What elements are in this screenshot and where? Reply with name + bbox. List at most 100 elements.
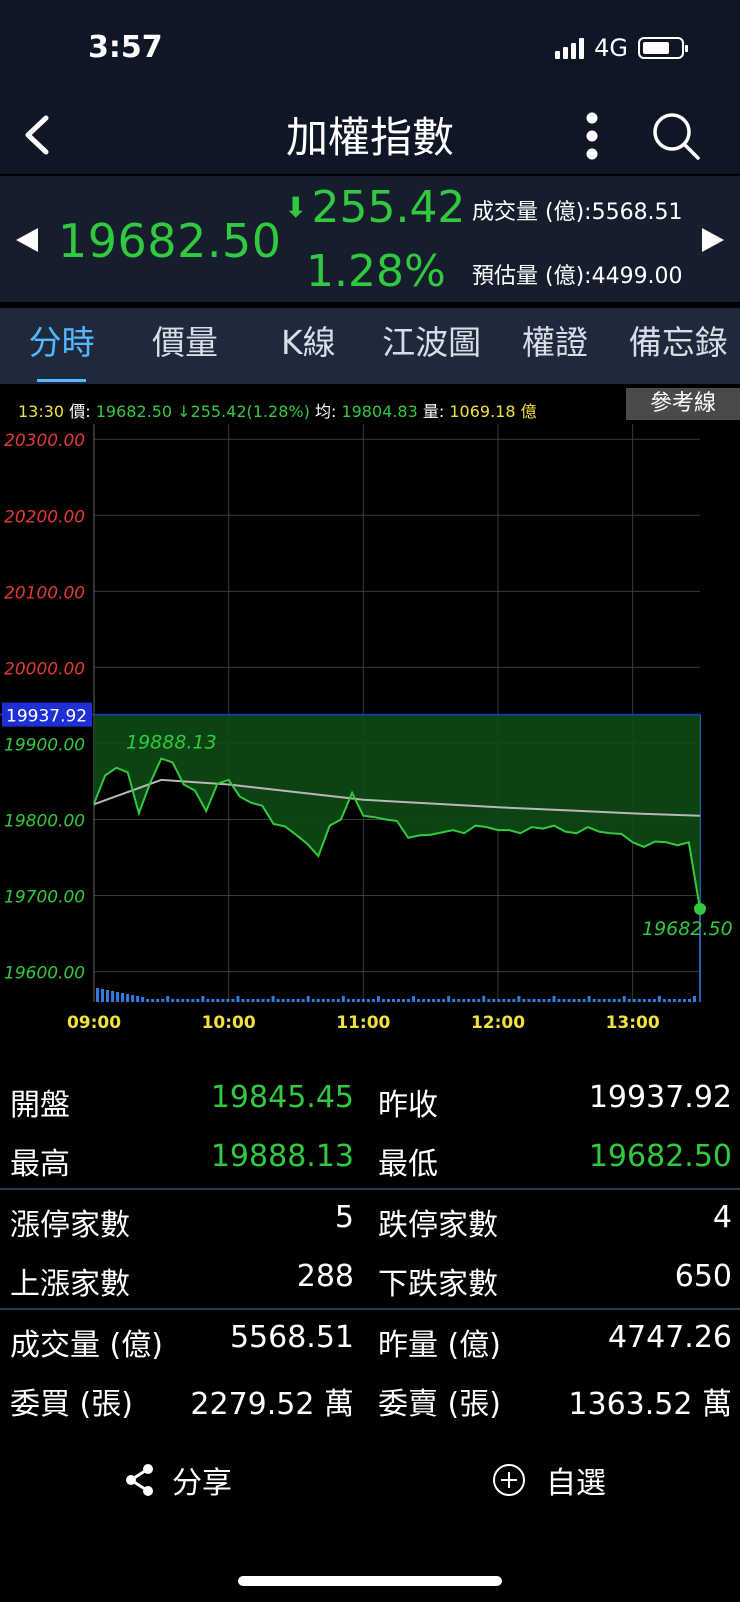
volume-bar <box>306 996 310 1002</box>
volume-bar <box>452 999 456 1002</box>
volume-bar <box>176 999 180 1002</box>
price-change-percent: 1.28% <box>306 246 446 297</box>
volume-bar <box>637 999 641 1002</box>
volume-bar <box>682 999 686 1002</box>
tab-kline[interactable]: K線 <box>247 308 370 384</box>
ask-value: 1363.52 萬 <box>568 1387 732 1422</box>
volume-bar <box>251 999 255 1002</box>
open-label: 開盤 <box>10 1088 70 1123</box>
prev-close-value: 19937.92 <box>588 1080 732 1115</box>
prev-volume-value: 4747.26 <box>607 1320 732 1355</box>
share-label: 分享 <box>172 1466 232 1501</box>
high-label: 19888.13 <box>126 731 217 753</box>
volume-bar <box>442 999 446 1002</box>
watchlist-label: 自選 <box>546 1466 606 1501</box>
volume-bar <box>331 999 335 1002</box>
intraday-line-chart[interactable]: 20300.00 20200.00 20100.00 20000.00 19900.00… <box>0 424 740 1044</box>
volume-bar <box>326 999 330 1002</box>
volume-bar <box>397 999 400 1002</box>
x-tick-label: 13:00 <box>606 1013 660 1033</box>
volume-bar <box>532 999 536 1002</box>
y-tick-label: 19600.00 <box>4 964 85 984</box>
volume-bar <box>321 999 325 1002</box>
info-vol: 1069.18 億 <box>449 402 537 421</box>
more-button[interactable] <box>574 108 610 164</box>
stats-row: 上漲家數 288 下跌家數 650 <box>0 1249 740 1308</box>
volume-bar <box>547 999 551 1002</box>
y-tick-label: 20200.00 <box>4 507 85 527</box>
stats-table: 開盤 19845.45 昨收 19937.92 最高 19888.13 最低 1… <box>0 1070 740 1428</box>
volume-bar <box>457 999 461 1002</box>
volume-bar <box>281 999 285 1002</box>
prev-stock-button[interactable] <box>16 228 38 252</box>
volume-bar <box>221 999 225 1002</box>
volume-bar <box>412 996 416 1002</box>
volume-bar <box>231 999 235 1002</box>
volume-bar <box>507 999 511 1002</box>
last-price: 19682.50 <box>58 214 282 268</box>
tab-price-volume[interactable]: 價量 <box>123 308 246 384</box>
volume-bar <box>657 996 661 1002</box>
reference-line-button[interactable]: 參考線 <box>626 388 740 420</box>
volume-bar <box>351 999 355 1002</box>
volume-bar <box>522 999 526 1002</box>
volume-bar <box>256 999 260 1002</box>
x-tick-label: 11:00 <box>336 1013 390 1033</box>
tab-memo[interactable]: 備忘錄 <box>617 308 740 384</box>
info-price-label: 價: <box>69 402 91 421</box>
open-value: 19845.45 <box>210 1080 354 1115</box>
volume-bar <box>672 999 676 1002</box>
stats-row: 委買 (張) 2279.52 萬 委賣 (張) 1363.52 萬 <box>0 1369 740 1428</box>
volume-bar <box>567 999 571 1002</box>
home-indicator <box>238 1576 502 1586</box>
volume-bar <box>96 988 99 1002</box>
low-value: 19682.50 <box>588 1139 732 1174</box>
volume-bar <box>592 999 596 1002</box>
add-watchlist-button[interactable]: 自選 <box>492 1458 606 1502</box>
volume-bar <box>101 989 105 1002</box>
next-stock-button[interactable] <box>702 228 724 252</box>
tab-wave-chart[interactable]: 江波圖 <box>370 308 493 384</box>
reference-label: 19937.92 <box>6 707 87 727</box>
volume-bar <box>301 999 305 1002</box>
volume-bar <box>171 999 175 1002</box>
volume-bar <box>587 996 591 1002</box>
volume-bar <box>607 999 611 1002</box>
info-time: 13:30 <box>18 402 65 421</box>
info-price: 19682.50 <box>95 402 173 421</box>
tab-intraday[interactable]: 分時 <box>0 308 123 384</box>
volume-bar <box>492 999 496 1002</box>
volume-bar <box>582 999 586 1002</box>
x-tick-label: 12:00 <box>471 1013 525 1033</box>
volume-bar <box>632 999 636 1002</box>
status-time: 3:57 <box>88 30 163 65</box>
info-avg: 19804.83 <box>341 402 418 421</box>
volume-bar <box>487 999 491 1002</box>
tab-warrants[interactable]: 權證 <box>493 308 616 384</box>
volume-bar <box>161 999 165 1002</box>
bid-value: 2279.52 萬 <box>190 1387 354 1422</box>
quote-summary: 19682.50 ⬇ 255.42 1.28% 成交量 (億):5568.51 … <box>0 176 740 302</box>
high-label: 最高 <box>10 1147 70 1182</box>
ask-label: 委賣 (張) <box>378 1387 501 1422</box>
volume-bar <box>196 999 200 1002</box>
volume-bar <box>552 996 556 1002</box>
plus-circle-icon <box>493 1464 525 1496</box>
volume-bar <box>557 999 561 1002</box>
volume-bar <box>572 999 576 1002</box>
volume-text: 成交量 (億):5568.51 <box>472 200 683 225</box>
volume-bar <box>462 999 466 1002</box>
network-type: 4G <box>594 34 628 62</box>
search-button[interactable] <box>650 110 702 162</box>
volume-bar <box>652 999 656 1002</box>
share-button[interactable]: 分享 <box>124 1458 232 1502</box>
page-title: 加權指數 <box>285 113 454 162</box>
volume-bar <box>402 999 406 1002</box>
volume-bar <box>422 999 426 1002</box>
volume-bar <box>166 996 170 1002</box>
volume-bar <box>647 999 651 1002</box>
bottom-action-bar: 分享 自選 <box>0 1430 740 1602</box>
y-tick-label: 19800.00 <box>4 811 85 831</box>
volume-bar <box>296 999 300 1002</box>
info-avg-label: 均: <box>314 402 337 421</box>
